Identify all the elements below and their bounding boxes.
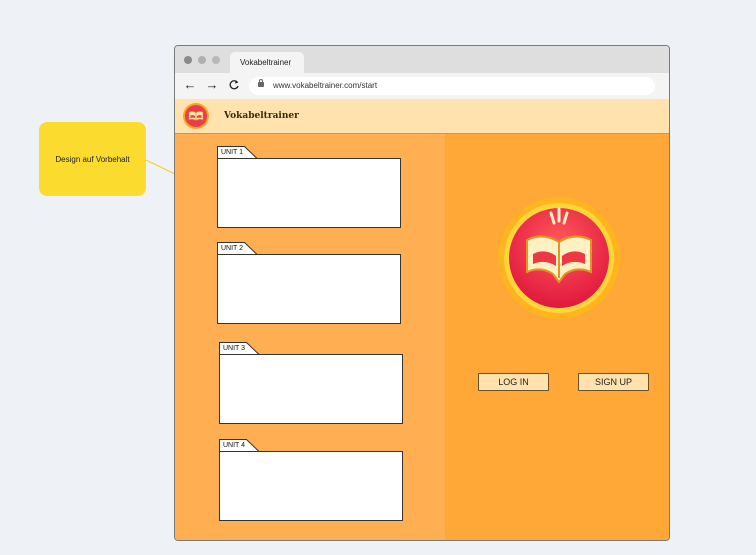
annotation-note: Design auf Vorbehalt bbox=[39, 122, 146, 196]
unit-box[interactable] bbox=[219, 354, 403, 424]
app-title: Vokabeltrainer bbox=[224, 111, 299, 121]
book-logo-icon[interactable] bbox=[182, 102, 210, 130]
browser-tab[interactable]: Vokabeltrainer bbox=[230, 52, 304, 74]
browser-window: Vokabeltrainer ← → www.vokabeltrainer.co… bbox=[174, 45, 670, 541]
window-close-dot[interactable] bbox=[184, 56, 192, 64]
unit-tab-label: UNIT 4 bbox=[219, 439, 259, 451]
reload-icon[interactable] bbox=[226, 77, 242, 93]
navigation-bar: ← → www.vokabeltrainer.com/start bbox=[175, 73, 669, 100]
window-minimize-dot[interactable] bbox=[198, 56, 206, 64]
tab-bar: Vokabeltrainer bbox=[175, 46, 669, 74]
url-text: www.vokabeltrainer.com/start bbox=[273, 81, 378, 90]
forward-arrow-icon[interactable]: → bbox=[204, 77, 220, 93]
lock-icon bbox=[258, 79, 264, 87]
app-header: Vokabeltrainer bbox=[175, 99, 669, 134]
unit-tab-label: UNIT 3 bbox=[219, 342, 259, 354]
unit-tab-label: UNIT 2 bbox=[217, 242, 257, 254]
unit-tab-label: UNIT 1 bbox=[217, 146, 257, 158]
unit-box[interactable] bbox=[217, 158, 401, 228]
window-maximize-dot[interactable] bbox=[212, 56, 220, 64]
units-panel: UNIT 1 UNIT 2 UNIT 3 UNIT 4 bbox=[175, 134, 445, 540]
unit-box[interactable] bbox=[219, 451, 403, 521]
login-button[interactable]: LOG IN bbox=[478, 373, 549, 391]
browser-tab-title: Vokabeltrainer bbox=[240, 58, 292, 67]
book-logo-large-icon bbox=[498, 197, 620, 319]
auth-panel: LOG IN SIGN UP bbox=[445, 134, 669, 540]
back-arrow-icon[interactable]: ← bbox=[182, 77, 198, 93]
signup-button[interactable]: SIGN UP bbox=[578, 373, 649, 391]
unit-box[interactable] bbox=[217, 254, 401, 324]
address-bar[interactable]: www.vokabeltrainer.com/start bbox=[249, 77, 655, 95]
annotation-text: Design auf Vorbehalt bbox=[55, 154, 130, 164]
